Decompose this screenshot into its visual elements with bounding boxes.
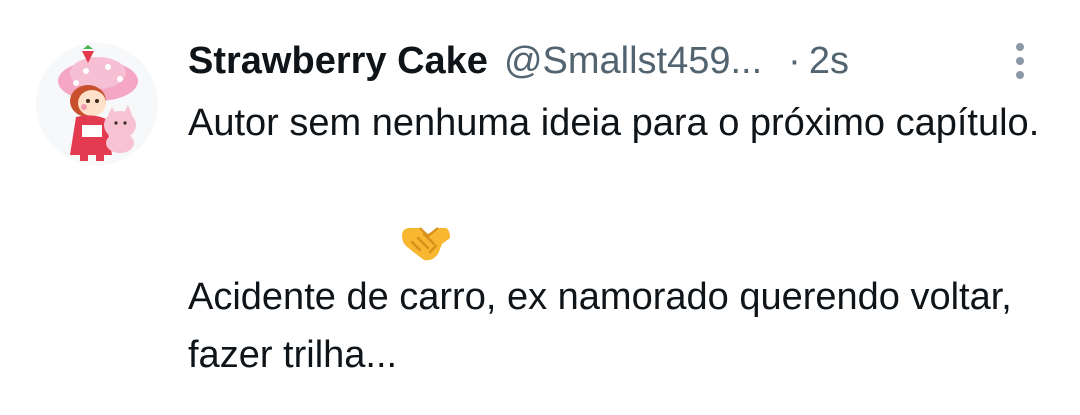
tweet-text-paragraph-1: Autor sem nenhuma ideia para o próximo c…	[188, 102, 1040, 144]
timestamp[interactable]: 2s	[809, 36, 849, 86]
display-name[interactable]: Strawberry Cake	[188, 36, 488, 86]
user-handle[interactable]: @Smallst459...	[504, 36, 762, 86]
more-dot	[1016, 71, 1024, 79]
handshake-emoji-icon	[398, 214, 452, 268]
avatar[interactable]	[36, 43, 158, 165]
tweet[interactable]: Strawberry Cake @Smallst459... · 2s Auto…	[0, 0, 1080, 415]
tweet-header: Strawberry Cake @Smallst459... · 2s	[188, 36, 849, 86]
more-vertical-icon[interactable]	[1004, 38, 1036, 84]
tweet-text-paragraph-2: Acidente de carro, ex namorado querendo …	[188, 276, 1012, 376]
avatar-image-icon	[58, 45, 138, 161]
more-dot	[1016, 43, 1024, 51]
separator-dot: ·	[788, 40, 801, 82]
more-dot	[1016, 57, 1024, 65]
